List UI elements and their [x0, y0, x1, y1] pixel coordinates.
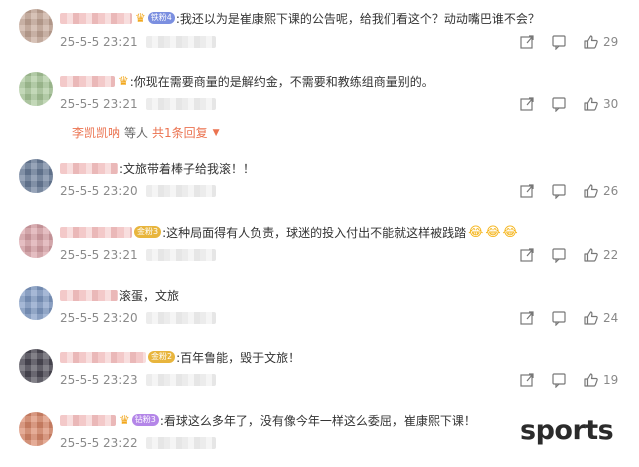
reply-others-label: 等人 [124, 126, 149, 140]
username-blurred[interactable] [60, 289, 118, 301]
comment-text: :这种局面得有人负责，球迷的投入付出不能就这样被践踏 [162, 225, 467, 240]
caret-down-icon[interactable]: ▼ [213, 128, 220, 138]
reply-username[interactable]: 李凯凯呐 [72, 124, 120, 141]
reply-summary[interactable]: 李凯凯呐 等人 共1条回复 ▼ [72, 124, 220, 141]
comment-icon[interactable] [551, 183, 567, 199]
avatar[interactable] [19, 412, 53, 446]
like-count: 30 [603, 97, 619, 111]
thumbs-up-icon[interactable] [583, 372, 599, 388]
share-icon[interactable] [519, 372, 535, 388]
username-blurred[interactable] [60, 226, 132, 238]
crown-icon: ♛ [119, 413, 130, 427]
laughing-emoji-icon: 😂 [468, 224, 484, 240]
comment-text: :百年鲁能，毁于文旅！ [176, 350, 301, 365]
like-count: 24 [603, 311, 619, 325]
share-icon[interactable] [519, 183, 535, 199]
share-icon[interactable] [519, 34, 535, 50]
share-icon[interactable] [519, 310, 535, 326]
comment-text: :文旅带着棒子给我滚！！ [119, 161, 256, 176]
thumbs-up-icon[interactable] [583, 96, 599, 112]
crown-icon: ♛ [118, 74, 129, 88]
username-blurred[interactable] [60, 414, 116, 426]
comment-text: :你现在需要商量的是解约金，不需要和教练组商量别的。 [129, 74, 434, 89]
location-blurred [145, 437, 216, 449]
comment-time: 25-5-5 23:22 [60, 436, 138, 450]
comment-icon[interactable] [551, 372, 567, 388]
crown-icon: ♛ [135, 11, 146, 25]
fan-badge: 金粉2 [148, 351, 176, 363]
reply-count-link[interactable]: 共1条回复 [152, 124, 208, 141]
comment-icon[interactable] [551, 34, 567, 50]
thumbs-up-icon[interactable] [583, 247, 599, 263]
comment-icon[interactable] [551, 247, 567, 263]
comment-icon[interactable] [551, 310, 567, 326]
laughing-emoji-icon: 😂 [502, 224, 518, 240]
thumbs-up-icon[interactable] [583, 183, 599, 199]
fan-badge: 金粉3 [134, 226, 162, 238]
username-blurred[interactable] [60, 75, 115, 87]
comment-text: :看球这么多年了，没有像今年一样这么委屈，崔康熙下课！ [159, 413, 476, 428]
share-icon[interactable] [519, 247, 535, 263]
fan-badge: 钻粉3 [131, 414, 159, 426]
like-count: 22 [603, 248, 619, 262]
username-blurred[interactable] [60, 12, 132, 24]
comment-icon[interactable] [551, 96, 567, 112]
laughing-emoji-icon: 😂 [485, 224, 501, 240]
fan-badge: 铁粉4 [147, 12, 175, 24]
like-count: 26 [603, 184, 619, 198]
username-blurred[interactable] [60, 351, 146, 363]
share-icon[interactable] [519, 96, 535, 112]
thumbs-up-icon[interactable] [583, 34, 599, 50]
watermark-logo: sports [520, 415, 614, 446]
comment-text: :我还以为是崔康熙下课的公告呢，给我们看这个？动动嘴巴谁不会？ [175, 11, 540, 26]
like-count: 29 [603, 35, 619, 49]
comment-text: 滚蛋，文旅 [119, 288, 180, 303]
like-count: 19 [603, 373, 619, 387]
thumbs-up-icon[interactable] [583, 310, 599, 326]
username-blurred[interactable] [60, 162, 118, 174]
